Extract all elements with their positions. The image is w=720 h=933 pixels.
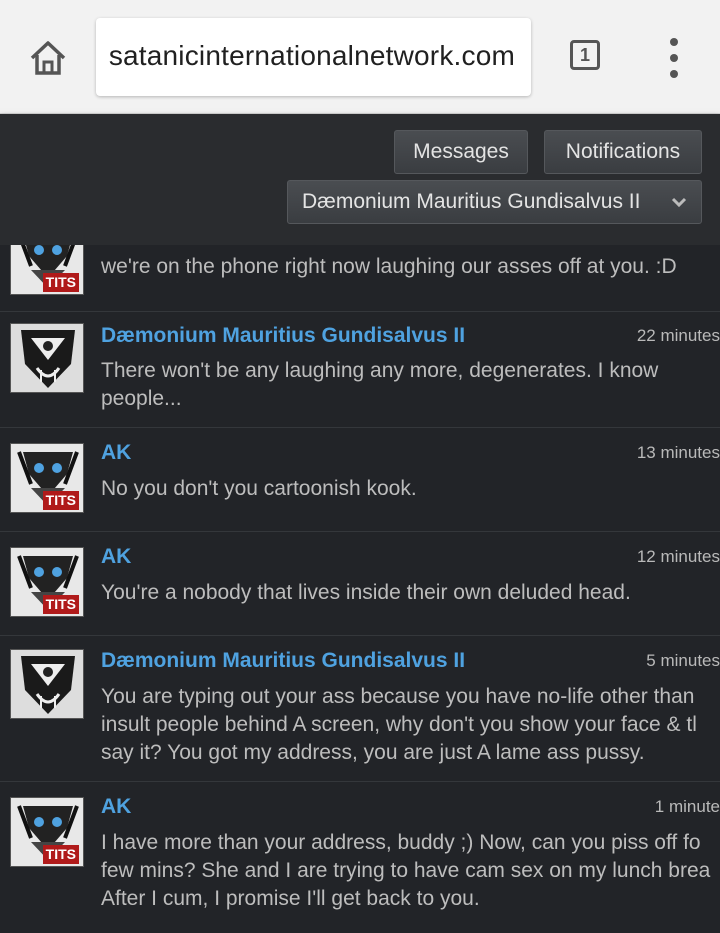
list-item: TITS AK 13 minutes No you don't you cart… [0,429,720,532]
message-text: You are typing out your ass because you … [101,685,697,764]
avatar[interactable]: TITS [10,443,84,513]
avatar[interactable] [10,323,84,393]
avatar[interactable]: TITS [10,547,84,617]
message-time: 13 minutes [636,443,720,462]
user-menu-dropdown[interactable]: Dæmonium Mauritius Gundisalvus II [287,180,702,224]
message-text: I have more than your address, buddy ;) … [101,831,711,910]
message-author-link[interactable]: Dæmonium Mauritius Gundisalvus II [101,649,465,673]
message-feed[interactable]: TITS we're on the phone right now laughi… [0,245,720,933]
avatar-badge: TITS [42,273,79,292]
site-header: Messages Notifications Dæmonium Mauritiu… [0,114,720,245]
list-item: Dæmonium Mauritius Gundisalvus II 5 minu… [0,637,720,782]
avatar[interactable]: TITS [10,245,84,295]
message-time: 12 minutes [636,547,720,566]
avatar[interactable]: TITS [10,797,84,867]
tab-count: 1 [579,44,590,65]
message-text: No you don't you cartoonish kook. [101,477,417,500]
tab-switcher-button[interactable]: 1 [570,40,600,70]
avatar-badge: TITS [42,845,79,864]
message-time: 22 minutes [636,326,720,345]
message-author-link[interactable]: AK [101,795,131,819]
message-author-link[interactable]: AK [101,545,131,569]
avatar[interactable] [10,649,84,719]
avatar-badge: TITS [42,595,79,614]
url-text: satanicinternationalnetwork.com [108,40,515,71]
message-author-link[interactable]: Dæmonium Mauritius Gundisalvus II [101,324,465,348]
message-time: 1 minute [654,797,720,816]
message-text: we're on the phone right now laughing ou… [101,255,677,278]
list-item: TITS we're on the phone right now laughi… [0,245,720,312]
browser-toolbar: satanicinternationalnetwork.com 1 [0,0,720,114]
user-menu-label: Dæmonium Mauritius Gundisalvus II [302,190,641,213]
home-icon[interactable] [24,34,72,82]
notifications-button[interactable]: Notifications [544,130,702,174]
list-item: TITS AK 12 minutes You're a nobody that … [0,533,720,636]
chevron-down-icon [671,197,687,208]
message-time: 5 minutes [646,651,720,670]
messages-button[interactable]: Messages [394,130,528,174]
message-text: There won't be any laughing any more, de… [101,359,659,410]
overflow-menu-icon[interactable] [664,38,684,78]
list-item: TITS AK 1 minute I have more than your a… [0,783,720,933]
message-author-link[interactable]: AK [101,441,131,465]
url-bar[interactable]: satanicinternationalnetwork.com [96,18,531,96]
message-text: You're a nobody that lives inside their … [101,581,631,604]
list-item: Dæmonium Mauritius Gundisalvus II 22 min… [0,311,720,428]
avatar-badge: TITS [42,491,79,510]
